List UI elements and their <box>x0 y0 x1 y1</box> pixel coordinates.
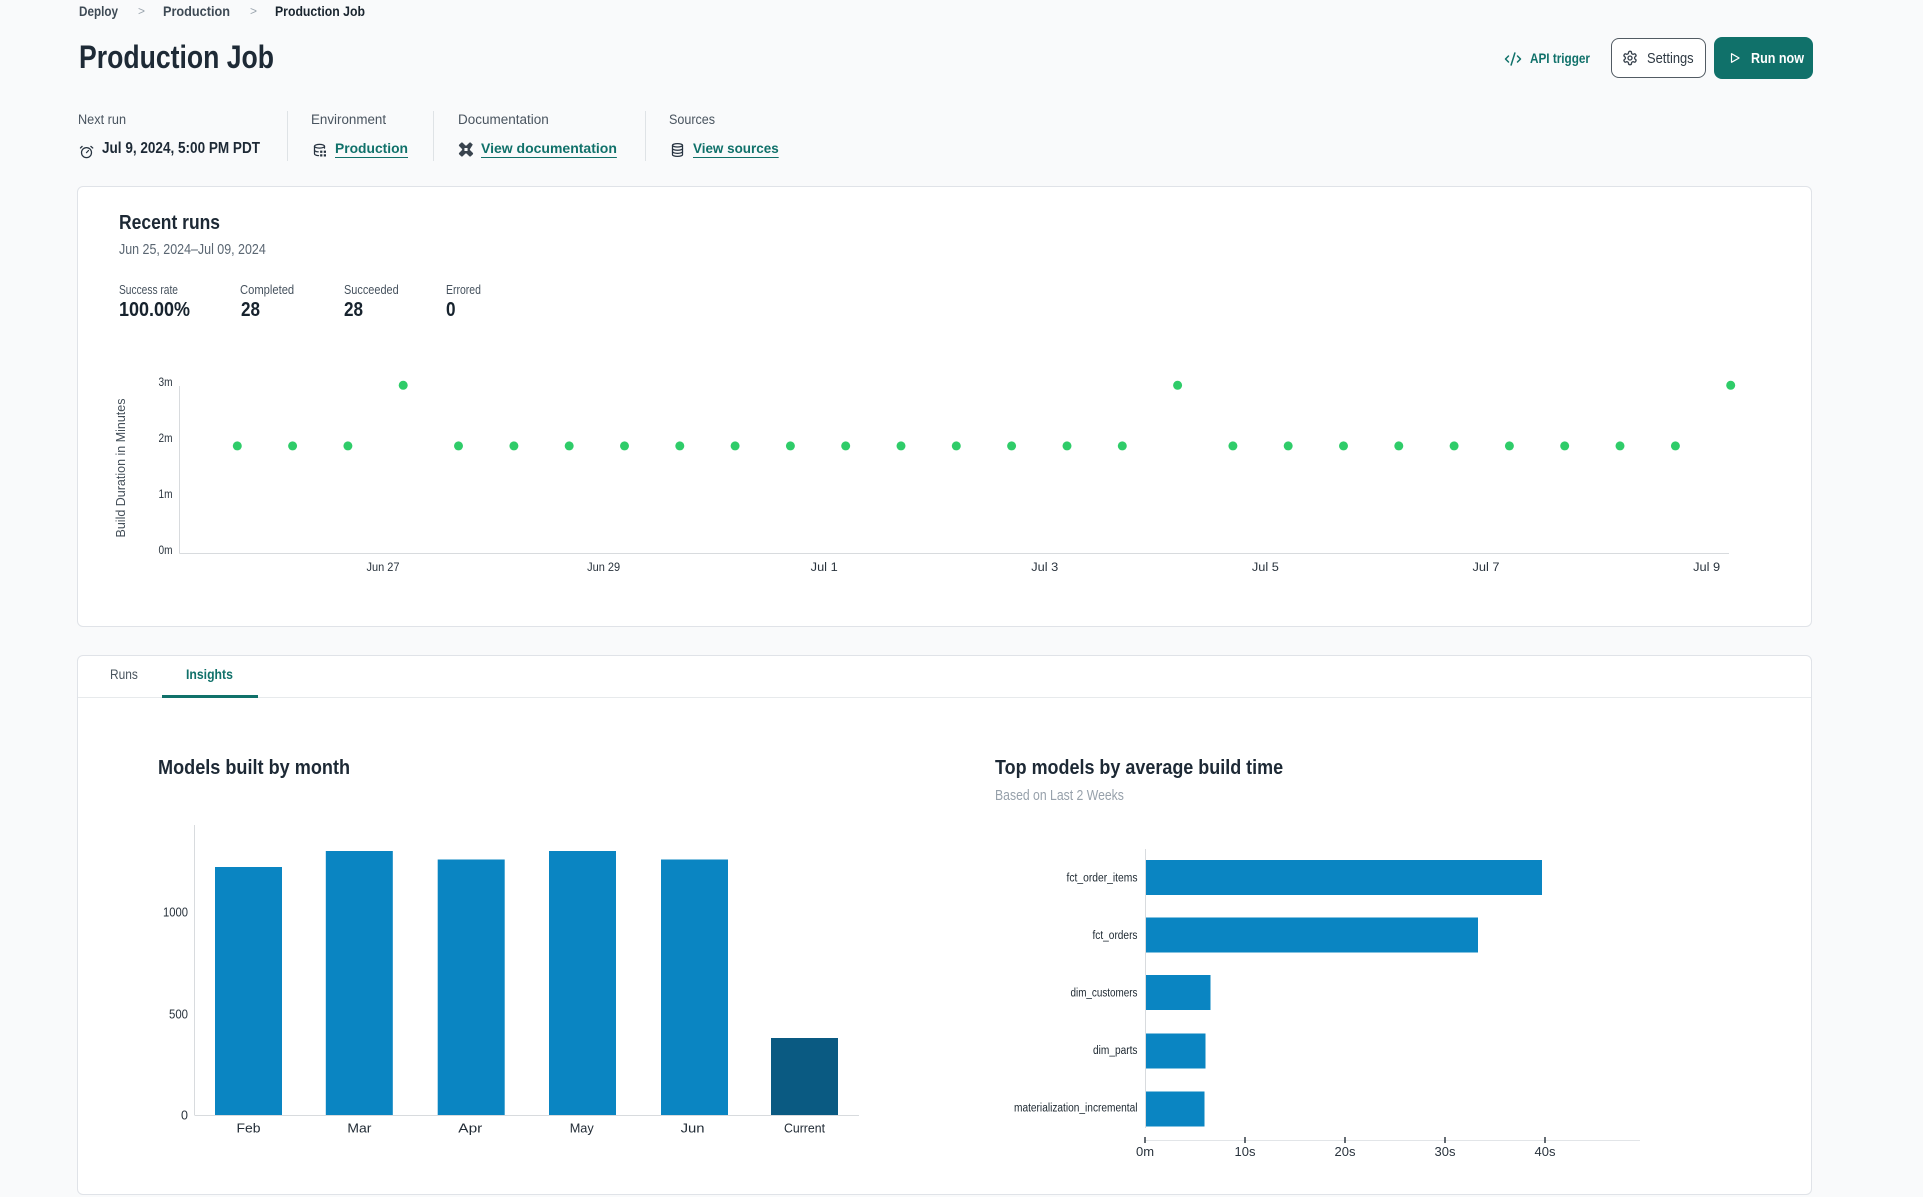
svg-text:Jul 5: Jul 5 <box>1252 562 1279 574</box>
svg-text:Jul 9: Jul 9 <box>1693 562 1720 574</box>
svg-text:dim_customers: dim_customers <box>1071 988 1138 1000</box>
svg-text:May: May <box>570 1121 594 1136</box>
svg-text:20s: 20s <box>1335 1144 1356 1159</box>
svg-text:40s: 40s <box>1535 1144 1556 1159</box>
svg-text:Jun: Jun <box>681 1121 705 1136</box>
svg-text:Jul 7: Jul 7 <box>1473 562 1500 574</box>
svg-text:Jul 1: Jul 1 <box>811 562 838 574</box>
svg-text:dim_parts: dim_parts <box>1093 1045 1138 1057</box>
svg-text:Apr: Apr <box>458 1121 483 1136</box>
svg-text:1m: 1m <box>159 489 173 501</box>
svg-text:0m: 0m <box>159 545 173 557</box>
svg-text:Jun 27: Jun 27 <box>367 562 400 574</box>
svg-text:Feb: Feb <box>237 1121 261 1136</box>
svg-text:0m: 0m <box>1136 1144 1154 1159</box>
svg-text:materialization_incremental: materialization_incremental <box>1014 1103 1138 1115</box>
svg-text:fct_orders: fct_orders <box>1093 930 1138 942</box>
svg-text:0: 0 <box>181 1109 188 1123</box>
svg-text:fct_order_items: fct_order_items <box>1067 873 1138 885</box>
svg-text:3m: 3m <box>159 377 173 389</box>
svg-text:30s: 30s <box>1435 1144 1456 1159</box>
svg-text:2m: 2m <box>159 433 173 445</box>
svg-text:Current: Current <box>784 1121 825 1136</box>
svg-text:Jul 3: Jul 3 <box>1031 562 1058 574</box>
svg-text:Jun 29: Jun 29 <box>587 562 620 574</box>
svg-text:10s: 10s <box>1235 1144 1256 1159</box>
svg-text:Mar: Mar <box>347 1121 372 1136</box>
svg-text:1000: 1000 <box>163 906 188 920</box>
svg-text:500: 500 <box>169 1008 188 1022</box>
